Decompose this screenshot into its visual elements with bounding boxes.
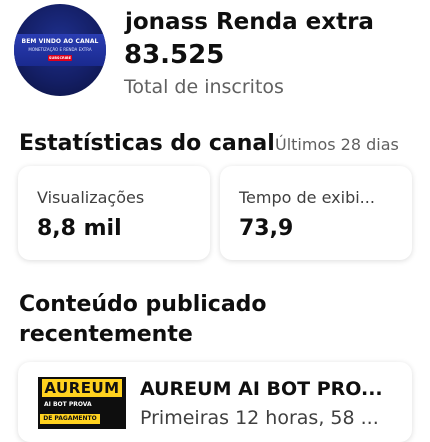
watch-time-stat-card[interactable]: Tempo de exibi... 73,9: [220, 166, 412, 260]
views-stat-label: Visualizações: [37, 188, 145, 207]
recent-content-title: Conteúdo publicado recentemente: [19, 292, 267, 347]
avatar-subscribe-badge: SUBSCRIBE: [48, 55, 72, 61]
thumbnail-subtitle-text: AI BOT PROVA: [44, 401, 92, 408]
thumbnail-payment-text: DE PAGAMENTO: [40, 414, 100, 424]
channel-stats-title: Estatísticas do canal: [19, 131, 275, 156]
watch-time-stat-value: 73,9: [239, 216, 294, 241]
thumbnail-brand-text: AUREUM: [42, 379, 122, 397]
avatar-welcome-text: BEM VINDO AO CANAL: [21, 38, 99, 45]
stats-period-label: Últimos 28 dias: [275, 135, 399, 154]
video-metrics: Primeiras 12 horas, 58 ...: [140, 407, 379, 429]
channel-header: BEM VINDO AO CANAL MONETIZAÇÃO E RENDA E…: [0, 0, 430, 112]
video-title: AUREUM AI BOT PRO...: [140, 378, 383, 400]
channel-name: jonass Renda extra: [125, 9, 374, 35]
video-thumbnail[interactable]: AUREUM AI BOT PROVA DE PAGAMENTO: [38, 377, 126, 429]
views-stat-value: 8,8 mil: [37, 216, 122, 241]
subscriber-count-label: Total de inscritos: [124, 76, 284, 98]
recent-video-card[interactable]: AUREUM AI BOT PROVA DE PAGAMENTO AUREUM …: [18, 362, 412, 442]
subscriber-count: 83.525: [124, 40, 225, 70]
avatar-tagline-text: MONETIZAÇÃO E RENDA EXTRA: [28, 47, 92, 52]
views-stat-card[interactable]: Visualizações 8,8 mil: [18, 166, 210, 260]
watch-time-stat-label: Tempo de exibi...: [239, 188, 375, 207]
channel-avatar[interactable]: BEM VINDO AO CANAL MONETIZAÇÃO E RENDA E…: [14, 4, 106, 96]
